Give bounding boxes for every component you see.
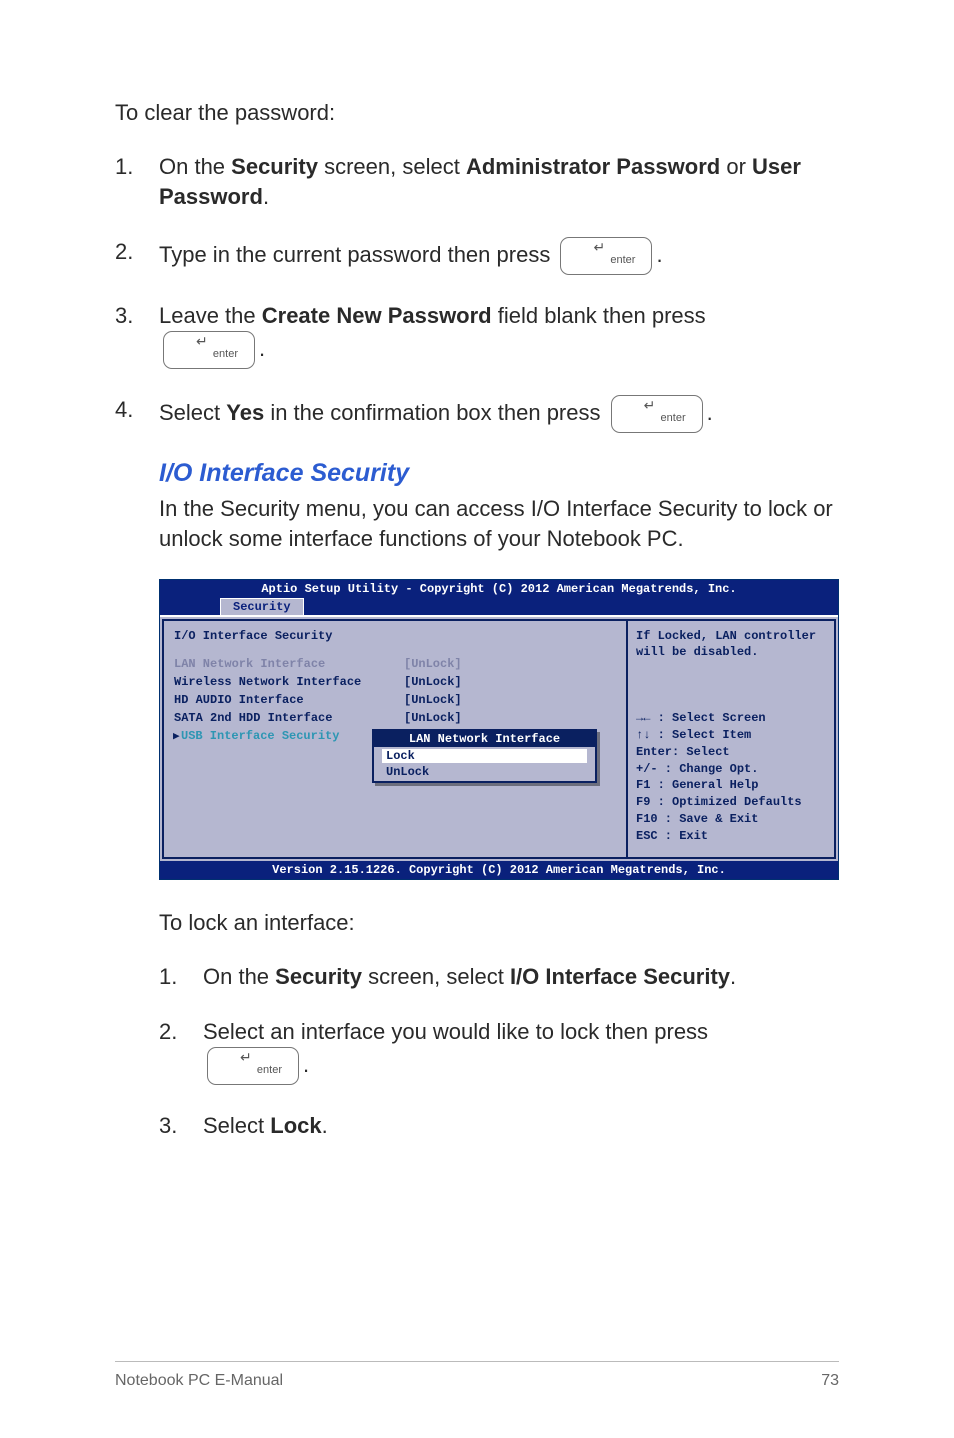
bios-panel-title: I/O Interface Security [174, 629, 616, 643]
enter-key-arrow-icon: ↵ [644, 388, 656, 422]
lstep3-b1: Lock [270, 1113, 321, 1138]
step-3: Leave the Create New Password field blan… [115, 301, 839, 369]
bios-row-wireless: Wireless Network Interface [UnLock] [174, 675, 616, 689]
enter-key-arrow-icon: ↵ [240, 1040, 252, 1074]
bios-key-line: +/- : Change Opt. [636, 761, 826, 778]
step3-prefix: Leave the [159, 303, 262, 328]
step3-b1: Create New Password [262, 303, 492, 328]
steps-clear-password: On the Security screen, select Administr… [115, 152, 839, 433]
step-2: Type in the current password then press … [115, 237, 839, 275]
bios-row-value: [UnLock] [404, 693, 462, 707]
bios-screenshot: Aptio Setup Utility - Copyright (C) 2012… [159, 579, 839, 879]
bios-key-line: F10 : Save & Exit [636, 811, 826, 828]
footer-title: Notebook PC E-Manual [115, 1372, 283, 1390]
step4-prefix: Select [159, 400, 226, 425]
lstep3-suf: . [322, 1113, 328, 1138]
enter-key-icon: enter↵ [207, 1047, 299, 1085]
bios-row-label: SATA 2nd HDD Interface [174, 711, 404, 725]
enter-key-label: enter [213, 337, 238, 371]
intro-lock-interface: To lock an interface: [159, 910, 839, 936]
enter-key-arrow-icon: ↵ [196, 324, 208, 358]
step2-suf: . [656, 242, 662, 267]
io-interface-security-heading: I/O Interface Security [159, 459, 839, 488]
bios-footer: Version 2.15.1226. Copyright (C) 2012 Am… [160, 861, 838, 879]
bios-popup: LAN Network Interface Lock UnLock [372, 729, 597, 783]
lock-step-2: Select an interface you would like to lo… [159, 1017, 839, 1085]
lstep2-suf: . [303, 1052, 309, 1077]
lstep1-b1: Security [275, 964, 362, 989]
intro-clear-password: To clear the password: [115, 100, 839, 126]
step-1: On the Security screen, select Administr… [115, 152, 839, 211]
step3-suf: . [259, 336, 265, 361]
bios-right-panel: If Locked, LAN controller will be disabl… [626, 619, 836, 859]
bios-key-line: ESC : Exit [636, 828, 826, 845]
lstep2-text: Select an interface you would like to lo… [203, 1019, 708, 1044]
step1-mid: screen, select [318, 154, 466, 179]
step1-suf: . [263, 184, 269, 209]
step1-b1: Security [231, 154, 318, 179]
step4-mid: in the confirmation box then press [264, 400, 606, 425]
enter-key-label: enter [257, 1053, 282, 1087]
step4-b1: Yes [226, 400, 264, 425]
bios-row-value: [UnLock] [404, 657, 462, 671]
bios-key-line: Enter: Select [636, 744, 826, 761]
io-interface-security-text: In the Security menu, you can access I/O… [159, 494, 839, 553]
bios-row-label: LAN Network Interface [174, 657, 404, 671]
footer-page-number: 73 [821, 1372, 839, 1390]
page-footer: Notebook PC E-Manual 73 [115, 1361, 839, 1390]
step1-mid2: or [720, 154, 752, 179]
enter-key-icon: enter↵ [560, 237, 652, 275]
enter-key-label: enter [610, 243, 635, 277]
bios-row-label: Wireless Network Interface [174, 675, 404, 689]
bios-row-lan: LAN Network Interface [UnLock] [174, 657, 616, 671]
step-4: Select Yes in the confirmation box then … [115, 395, 839, 433]
lock-step-3: Select Lock. [159, 1111, 839, 1141]
bios-key-line: ↑↓ : Select Item [636, 727, 826, 744]
bios-popup-title: LAN Network Interface [374, 731, 595, 747]
lock-step-1: On the Security screen, select I/O Inter… [159, 962, 839, 992]
lstep3-prefix: Select [203, 1113, 270, 1138]
bios-row-value: [UnLock] [404, 675, 462, 689]
steps-lock-interface: On the Security screen, select I/O Inter… [159, 962, 839, 1141]
enter-key-arrow-icon: ↵ [593, 230, 605, 264]
bios-left-panel: I/O Interface Security LAN Network Inter… [162, 619, 626, 859]
step4-suf: . [707, 400, 713, 425]
lstep1-prefix: On the [203, 964, 275, 989]
lstep1-mid: screen, select [362, 964, 510, 989]
bios-row-hdaudio: HD AUDIO Interface [UnLock] [174, 693, 616, 707]
lstep1-suf: . [730, 964, 736, 989]
bios-popup-option-lock: Lock [382, 749, 587, 763]
step1-b2: Administrator Password [466, 154, 720, 179]
enter-key-icon: enter↵ [611, 395, 703, 433]
step2-text: Type in the current password then press [159, 242, 556, 267]
bios-key-line: F1 : General Help [636, 777, 826, 794]
step3-mid: field blank then press [492, 303, 706, 328]
bios-row-label: HD AUDIO Interface [174, 693, 404, 707]
enter-key-label: enter [661, 401, 686, 435]
bios-tab-security: Security [220, 598, 304, 615]
bios-help-text: If Locked, LAN controller will be disabl… [636, 629, 826, 660]
bios-key-line: →← : Select Screen [636, 710, 826, 727]
bios-copyright: Aptio Setup Utility - Copyright (C) 2012… [160, 580, 838, 598]
bios-popup-option-unlock: UnLock [382, 765, 587, 779]
lstep1-b2: I/O Interface Security [510, 964, 730, 989]
bios-arrow-icon: ▶ [173, 729, 180, 743]
bios-tab-row: Security [160, 598, 838, 615]
bios-row-sata: SATA 2nd HDD Interface [UnLock] [174, 711, 616, 725]
bios-key-line: F9 : Optimized Defaults [636, 794, 826, 811]
enter-key-icon: enter↵ [163, 331, 255, 369]
step1-prefix: On the [159, 154, 231, 179]
bios-row-label: USB Interface Security [174, 729, 404, 743]
bios-row-value: [UnLock] [404, 711, 462, 725]
bios-key-legend: →← : Select Screen ↑↓ : Select Item Ente… [636, 710, 826, 844]
